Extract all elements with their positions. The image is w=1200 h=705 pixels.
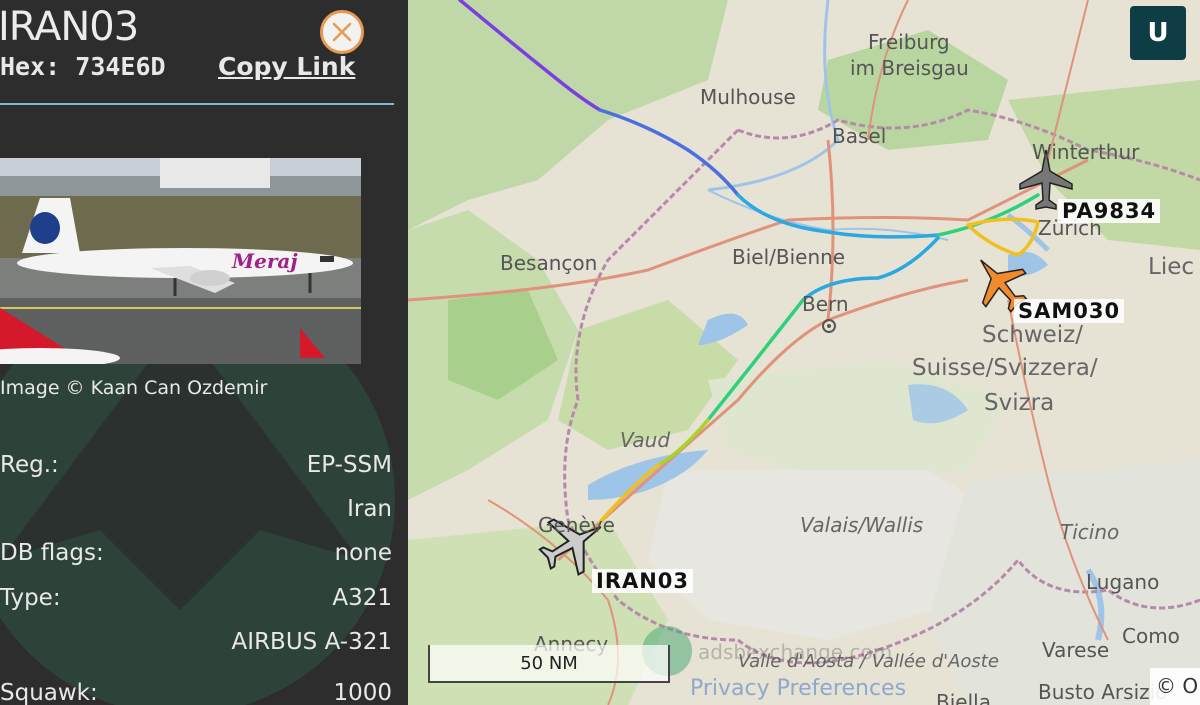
country-value: Iran bbox=[347, 496, 392, 522]
place-label: Suisse/Svizzera/ bbox=[912, 355, 1098, 381]
place-label: Lugano bbox=[1086, 570, 1160, 594]
hex-label: Hex: bbox=[0, 52, 61, 81]
place-label: Busto Arsizio bbox=[1038, 680, 1168, 704]
type-label: Type: bbox=[0, 585, 61, 611]
db-flags-value: none bbox=[334, 540, 392, 566]
aircraft-info-panel: IRAN03 Hex: 734E6D Copy Link Meraj Image… bbox=[0, 0, 408, 705]
place-label: Bern bbox=[802, 292, 849, 316]
hex-value: 734E6D bbox=[75, 52, 166, 81]
photo-credit: Image © Kaan Can Ozdemir bbox=[0, 377, 268, 399]
reg-label: Reg.: bbox=[0, 452, 59, 478]
place-label: Freiburg bbox=[868, 30, 950, 54]
close-button[interactable] bbox=[320, 10, 364, 54]
place-label: Biel/Bienne bbox=[732, 245, 846, 269]
aircraft-tag-iran03[interactable]: IRAN03 bbox=[592, 569, 694, 593]
aircraft-tag-pa9834[interactable]: PA9834 bbox=[1058, 199, 1161, 223]
place-label: Varese bbox=[1042, 638, 1110, 662]
squawk-label: Squawk: bbox=[0, 680, 98, 705]
squawk-value: 1000 bbox=[333, 680, 392, 705]
user-settings-button[interactable]: U bbox=[1130, 6, 1186, 60]
map-base bbox=[408, 0, 1200, 705]
place-label: Ticino bbox=[1060, 520, 1120, 544]
map-view[interactable]: Freiburg im Breisgau Mulhouse Basel Wint… bbox=[408, 0, 1200, 705]
copy-link[interactable]: Copy Link bbox=[218, 52, 355, 81]
place-label: im Breisgau bbox=[850, 56, 969, 80]
hex-line: Hex: 734E6D bbox=[0, 52, 166, 81]
place-label: Biella bbox=[936, 690, 991, 705]
place-label: Vaud bbox=[620, 428, 671, 452]
place-label: Basel bbox=[832, 124, 887, 148]
place-label: Genève bbox=[538, 513, 615, 537]
db-flags-label: DB flags: bbox=[0, 540, 104, 566]
type-description: AIRBUS A-321 bbox=[231, 629, 392, 655]
place-label: Winterthur bbox=[1032, 140, 1140, 164]
watermark-url: adsbexchange.com bbox=[698, 640, 893, 664]
place-label: Como bbox=[1122, 624, 1180, 648]
place-label: Valais/Wallis bbox=[800, 513, 924, 537]
aircraft-tag-sam030[interactable]: SAM030 bbox=[1014, 299, 1125, 323]
divider bbox=[0, 103, 394, 105]
scale-bar: 50 NM bbox=[428, 645, 670, 683]
type-value: A321 bbox=[332, 585, 392, 611]
aircraft-photo[interactable]: Meraj bbox=[0, 158, 361, 364]
close-icon bbox=[332, 22, 352, 42]
map-attribution[interactable]: © O bbox=[1150, 668, 1200, 705]
place-label: Besançon bbox=[500, 251, 598, 275]
place-label: Schweiz/ bbox=[982, 322, 1083, 348]
reg-value: EP-SSM bbox=[306, 452, 392, 478]
place-label: Mulhouse bbox=[700, 85, 796, 109]
photo-airline-text: Meraj bbox=[231, 249, 298, 273]
place-label: Liec bbox=[1148, 254, 1194, 280]
aircraft-callsign: IRAN03 bbox=[0, 4, 139, 50]
place-label: Svizra bbox=[984, 390, 1055, 416]
privacy-preferences-link[interactable]: Privacy Preferences bbox=[690, 676, 906, 701]
